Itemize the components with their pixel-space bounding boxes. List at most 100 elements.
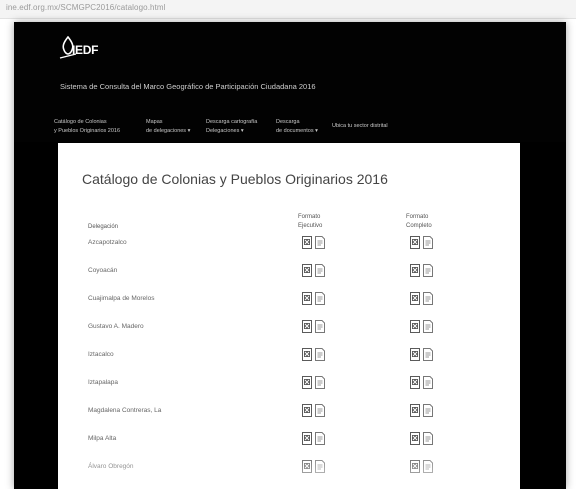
iedf-logo[interactable]: IEDF: [58, 36, 128, 70]
nav-catalogo-line2: y Pueblos Originarios 2016: [54, 128, 121, 134]
document-icon[interactable]: [315, 236, 325, 249]
delegacion-name: Milpa Alta: [88, 435, 117, 442]
document-icon[interactable]: [423, 404, 433, 417]
document-icon[interactable]: [423, 348, 433, 361]
completo-downloads: [410, 460, 434, 476]
document-icon[interactable]: [315, 348, 325, 361]
document-icon[interactable]: [423, 320, 433, 333]
nav-cartografia-line1: Descarga cartografía: [206, 119, 258, 125]
spreadsheet-icon[interactable]: [410, 404, 420, 417]
table-row: Iztapalapa: [58, 376, 520, 399]
spreadsheet-icon[interactable]: [302, 460, 312, 473]
ejecutivo-downloads: [302, 320, 326, 336]
ejecutivo-downloads: [302, 460, 326, 476]
col-header-completo: Formato Completo: [406, 213, 432, 231]
nav-documentos-line2: de documentos ▾: [276, 128, 318, 134]
page-title: Catálogo de Colonias y Pueblos Originari…: [82, 171, 388, 187]
spreadsheet-icon[interactable]: [410, 292, 420, 305]
document-icon[interactable]: [315, 264, 325, 277]
spreadsheet-icon[interactable]: [302, 236, 312, 249]
spreadsheet-icon[interactable]: [302, 376, 312, 389]
delegacion-name: Gustavo A. Madero: [88, 323, 144, 330]
document-icon[interactable]: [315, 292, 325, 305]
col-header-ejecutivo: Formato Ejecutivo: [298, 213, 322, 231]
nav-cartografia[interactable]: Descarga cartografía Delegaciones ▾: [206, 118, 257, 136]
document-icon[interactable]: [315, 460, 325, 473]
table-row: Cuajimalpa de Morelos: [58, 292, 520, 315]
spreadsheet-icon[interactable]: [410, 236, 420, 249]
delegacion-name: Cuajimalpa de Morelos: [88, 295, 155, 302]
completo-downloads: [410, 348, 434, 364]
completo-downloads: [410, 404, 434, 420]
document-icon[interactable]: [423, 236, 433, 249]
spreadsheet-icon[interactable]: [410, 348, 420, 361]
delegacion-name: Iztacalco: [88, 351, 114, 358]
completo-downloads: [410, 292, 434, 308]
delegacion-name: Magdalena Contreras, La: [88, 407, 162, 414]
delegacion-name: Coyoacán: [88, 267, 118, 274]
nav-catalogo[interactable]: Catálogo de Colonias y Pueblos Originari…: [54, 118, 120, 136]
nav-mapas-line1: Mapas: [146, 119, 163, 125]
col-ejecutivo-line1: Formato: [298, 214, 321, 220]
catalog-panel: Catálogo de Colonias y Pueblos Originari…: [58, 143, 520, 489]
nav-mapas[interactable]: Mapas de delegaciones ▾: [146, 118, 190, 136]
ejecutivo-downloads: [302, 236, 326, 252]
document-icon[interactable]: [423, 460, 433, 473]
completo-downloads: [410, 432, 434, 448]
table-row: Iztacalco: [58, 348, 520, 371]
spreadsheet-icon[interactable]: [302, 432, 312, 445]
spreadsheet-icon[interactable]: [410, 376, 420, 389]
document-icon[interactable]: [315, 376, 325, 389]
nav-ubica[interactable]: Ubica tu sector distrital: [332, 122, 388, 131]
ejecutivo-downloads: [302, 404, 326, 420]
table-row: Coyoacán: [58, 264, 520, 287]
ejecutivo-downloads: [302, 348, 326, 364]
logo-text: IEDF: [72, 43, 99, 57]
spreadsheet-icon[interactable]: [410, 460, 420, 473]
completo-downloads: [410, 376, 434, 392]
document-icon[interactable]: [423, 432, 433, 445]
spreadsheet-icon[interactable]: [410, 264, 420, 277]
delegacion-name: Iztapalapa: [88, 379, 118, 386]
spreadsheet-icon[interactable]: [302, 264, 312, 277]
document-icon[interactable]: [423, 264, 433, 277]
completo-downloads: [410, 320, 434, 336]
table-row: Álvaro Obregón: [58, 460, 520, 483]
url-text: ine.edf.org.mx/SCMGPC2016/catalogo.html: [6, 3, 166, 12]
page-frame: IEDF Sistema de Consulta del Marco Geogr…: [14, 22, 566, 489]
nav-documentos-line1: Descarga: [276, 119, 300, 125]
main-navbar: Catálogo de Colonias y Pueblos Originari…: [54, 118, 526, 142]
completo-downloads: [410, 264, 434, 280]
table-row: Milpa Alta: [58, 432, 520, 455]
nav-ubica-line1: Ubica tu sector distrital: [332, 123, 388, 129]
spreadsheet-icon[interactable]: [302, 404, 312, 417]
spreadsheet-icon[interactable]: [302, 320, 312, 333]
col-header-delegacion: Delegación: [88, 224, 119, 230]
nav-catalogo-line1: Catálogo de Colonias: [54, 119, 107, 125]
document-icon[interactable]: [315, 320, 325, 333]
completo-downloads: [410, 236, 434, 252]
nav-mapas-line2: de delegaciones ▾: [146, 128, 191, 134]
ejecutivo-downloads: [302, 376, 326, 392]
ejecutivo-downloads: [302, 432, 326, 448]
col-ejecutivo-line2: Ejecutivo: [298, 223, 323, 229]
document-icon[interactable]: [315, 404, 325, 417]
delegacion-name: Azcapotzalco: [88, 239, 127, 246]
document-icon[interactable]: [423, 292, 433, 305]
table-row: Gustavo A. Madero: [58, 320, 520, 343]
spreadsheet-icon[interactable]: [302, 348, 312, 361]
site-header: IEDF Sistema de Consulta del Marco Geogr…: [14, 22, 566, 142]
col-completo-line2: Completo: [406, 223, 432, 229]
spreadsheet-icon[interactable]: [302, 292, 312, 305]
browser-url-bar[interactable]: ine.edf.org.mx/SCMGPC2016/catalogo.html: [0, 0, 576, 19]
col-completo-line1: Formato: [406, 214, 429, 220]
spreadsheet-icon[interactable]: [410, 320, 420, 333]
document-icon[interactable]: [423, 376, 433, 389]
document-icon[interactable]: [315, 432, 325, 445]
nav-documentos[interactable]: Descarga de documentos ▾: [276, 118, 318, 136]
system-title: Sistema de Consulta del Marco Geográfico…: [60, 82, 316, 91]
nav-cartografia-line2: Delegaciones ▾: [206, 128, 244, 134]
spreadsheet-icon[interactable]: [410, 432, 420, 445]
ejecutivo-downloads: [302, 264, 326, 280]
table-row: Azcapotzalco: [58, 236, 520, 259]
